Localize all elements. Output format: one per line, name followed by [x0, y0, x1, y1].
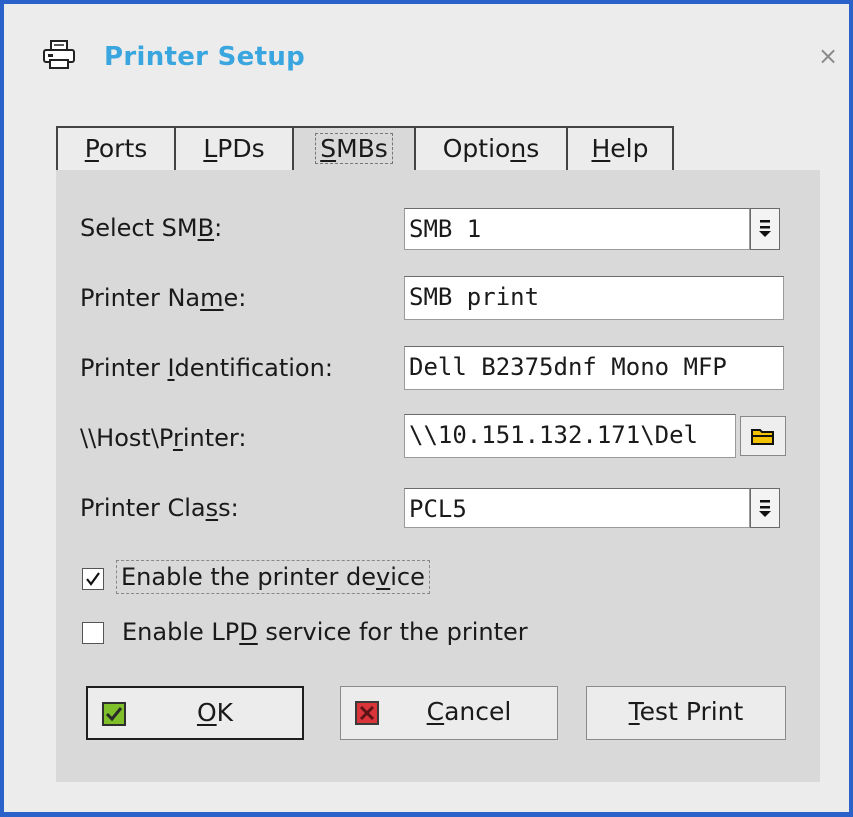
enable-device-label[interactable]: Enable the printer device — [116, 560, 430, 594]
tab-smbs[interactable]: SMBs — [292, 126, 416, 172]
printer-icon — [43, 40, 75, 69]
select-smb-dropdown[interactable]: SMB 1 — [404, 208, 750, 250]
smbs-panel: Select SMB: SMB 1 Printer Name: SMB prin… — [56, 170, 820, 782]
cancel-button[interactable]: Cancel — [340, 686, 558, 740]
select-smb-label: Select SMB: — [80, 214, 223, 242]
folder-icon — [751, 429, 774, 445]
printer-name-label: Printer Name: — [80, 284, 247, 312]
enable-device-checkbox[interactable] — [82, 568, 104, 590]
select-smb-dropdown-button[interactable] — [750, 208, 780, 250]
enable-lpd-checkbox[interactable] — [82, 622, 104, 644]
printer-class-dropdown-button[interactable] — [750, 488, 780, 528]
host-printer-input[interactable]: \\10.151.132.171\Del — [404, 414, 736, 458]
printer-identification-label: Printer Identification: — [80, 354, 333, 382]
printer-class-label: Printer Class: — [80, 494, 239, 522]
chevron-down-icon — [759, 220, 771, 237]
enable-lpd-label[interactable]: Enable LPD service for the printer — [122, 618, 528, 646]
tab-lpds[interactable]: LPDs — [174, 126, 294, 172]
printer-identification-input[interactable]: Dell B2375dnf Mono MFP — [404, 346, 784, 390]
browse-host-button[interactable] — [740, 416, 786, 456]
printer-class-dropdown[interactable]: PCL5 — [404, 488, 750, 528]
host-printer-label: \\Host\Printer: — [80, 424, 247, 452]
window-title: Printer Setup — [104, 42, 306, 72]
tab-focus-ring: SMBs — [315, 133, 393, 164]
close-icon[interactable]: × — [818, 44, 838, 68]
ok-button[interactable]: OK — [86, 686, 304, 740]
checkmark-icon — [86, 572, 100, 586]
printer-setup-window: Printer Setup × Ports LPDs SMBs Options … — [0, 0, 853, 817]
test-print-button[interactable]: Test Print — [586, 686, 786, 740]
tab-options[interactable]: Options — [414, 126, 568, 172]
printer-name-input[interactable]: SMB print — [404, 276, 784, 320]
tab-help[interactable]: Help — [566, 126, 674, 172]
tab-ports[interactable]: Ports — [56, 126, 176, 172]
chevron-down-icon — [759, 500, 771, 517]
title-bar: Printer Setup × — [8, 12, 853, 88]
